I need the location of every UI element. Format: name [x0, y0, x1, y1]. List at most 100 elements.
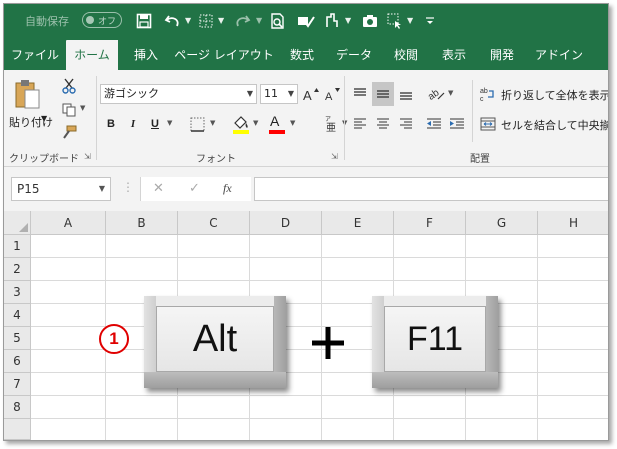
column-header-f[interactable]: F — [394, 211, 466, 235]
align-top-icon[interactable] — [350, 84, 370, 104]
align-bottom-icon[interactable] — [396, 84, 416, 104]
align-middle-icon[interactable] — [372, 82, 394, 106]
column-header-e[interactable]: E — [322, 211, 394, 235]
format-painter-icon[interactable] — [60, 122, 78, 142]
alignment-group-label: 配置 — [470, 154, 490, 165]
paste-dropdown-icon[interactable]: ▼ — [41, 114, 47, 123]
autosave-label: 自動保存 — [25, 15, 69, 28]
orientation-dropdown-icon[interactable]: ▼ — [448, 89, 453, 97]
merge-center-label[interactable]: セルを結合して中央揃え — [501, 117, 608, 133]
svg-text:亜: 亜 — [326, 123, 336, 133]
tab-view[interactable]: 表示 — [432, 40, 476, 70]
clipboard-group-label: クリップボード — [9, 154, 79, 165]
copy-dropdown-icon[interactable]: ▼ — [80, 104, 85, 112]
fill-color-icon[interactable] — [230, 112, 252, 136]
gridline — [31, 303, 608, 304]
autosave-toggle[interactable]: オフ — [82, 12, 122, 28]
macro-icon[interactable] — [322, 11, 342, 31]
toggle-knob — [86, 16, 94, 24]
font-name-select[interactable]: 游ゴシック ▼ — [100, 84, 257, 104]
save-icon[interactable] — [134, 11, 154, 31]
italic-button[interactable]: I — [126, 114, 140, 134]
chevron-down-icon: ▼ — [246, 89, 253, 98]
row-header-1[interactable]: 1 — [4, 235, 31, 258]
tab-review[interactable]: 校閲 — [384, 40, 428, 70]
tab-file[interactable]: ファイル — [8, 40, 62, 70]
orientation-icon[interactable]: ab — [424, 84, 448, 104]
phonetic-icon[interactable]: ア亜 — [320, 114, 344, 134]
select-all-triangle-icon — [19, 223, 28, 232]
select-all-button[interactable] — [4, 211, 31, 235]
column-header-h[interactable]: H — [538, 211, 608, 235]
align-right-icon[interactable] — [396, 114, 416, 134]
redo-dropdown-icon[interactable]: ▼ — [256, 16, 262, 25]
increase-font-icon[interactable]: A — [302, 84, 320, 104]
column-header-c[interactable]: C — [178, 211, 250, 235]
tab-developer[interactable]: 開発 — [480, 40, 524, 70]
column-header-d[interactable]: D — [250, 211, 322, 235]
font-size-select[interactable]: 11 ▼ — [260, 84, 298, 104]
select-dropdown-icon[interactable]: ▼ — [407, 16, 413, 25]
row-header-5[interactable]: 5 — [4, 327, 31, 350]
name-box[interactable]: P15 ▼ — [11, 177, 111, 201]
tab-formulas[interactable]: 数式 — [280, 40, 324, 70]
decrease-indent-icon[interactable] — [424, 114, 444, 134]
decrease-font-icon[interactable]: A — [324, 84, 342, 104]
tab-addins[interactable]: アドイン — [528, 40, 590, 70]
tab-insert[interactable]: 挿入 — [124, 40, 168, 70]
tab-page-layout[interactable]: ページ レイアウト — [172, 40, 276, 70]
align-center-icon[interactable] — [373, 114, 393, 134]
row-header-8[interactable]: 8 — [4, 396, 31, 419]
redo-icon[interactable] — [232, 11, 252, 31]
chevron-down-icon[interactable]: ▼ — [99, 178, 105, 200]
undo-dropdown-icon[interactable]: ▼ — [185, 16, 191, 25]
font-color-letter: A — [270, 113, 280, 129]
cut-icon[interactable] — [60, 76, 78, 96]
borders-dropdown-icon[interactable]: ▼ — [218, 16, 224, 25]
print-preview-icon[interactable] — [268, 11, 288, 31]
row-header-4[interactable]: 4 — [4, 304, 31, 327]
fill-color-dropdown-icon[interactable]: ▼ — [253, 119, 258, 127]
row-header-2[interactable]: 2 — [4, 258, 31, 281]
row-header-6[interactable]: 6 — [4, 350, 31, 373]
align-left-icon[interactable] — [350, 114, 370, 134]
clipboard-launcher-icon[interactable]: ⇲ — [84, 152, 91, 161]
borders-icon[interactable] — [197, 11, 215, 31]
wrap-text-label[interactable]: 折り返して全体を表示する — [501, 87, 608, 103]
insert-function-icon[interactable]: fx — [223, 181, 232, 196]
borders-ribbon-icon[interactable] — [187, 114, 207, 134]
underline-button[interactable]: U — [148, 114, 162, 134]
borders-ribbon-dropdown-icon[interactable]: ▼ — [210, 119, 215, 127]
key-bevel — [144, 296, 286, 306]
paste-icon[interactable] — [12, 76, 42, 112]
tab-data[interactable]: データ — [328, 40, 380, 70]
tab-home[interactable]: ホーム — [66, 40, 118, 70]
cancel-icon[interactable]: ✕ — [153, 181, 164, 196]
macro-dropdown-icon[interactable]: ▼ — [345, 16, 351, 25]
camera-icon[interactable] — [360, 11, 380, 31]
svg-text:ア: ア — [325, 116, 331, 123]
enter-icon[interactable]: ✓ — [189, 181, 200, 196]
bold-button[interactable]: B — [104, 114, 118, 134]
column-header-a[interactable]: A — [31, 211, 106, 235]
underline-dropdown-icon[interactable]: ▼ — [167, 119, 172, 127]
customize-qat-icon[interactable] — [423, 11, 437, 31]
column-header-b[interactable]: B — [106, 211, 178, 235]
copy-icon[interactable] — [60, 100, 78, 120]
formula-input[interactable] — [254, 177, 608, 201]
font-color-dropdown-icon[interactable]: ▼ — [290, 119, 295, 127]
font-color-icon[interactable]: A — [266, 112, 288, 136]
row-header-3[interactable]: 3 — [4, 281, 31, 304]
wrap-text-icon[interactable]: ab c — [478, 84, 498, 104]
merge-center-icon[interactable] — [478, 114, 498, 134]
increase-indent-icon[interactable] — [447, 114, 467, 134]
resize-handle-icon[interactable]: ⋮ — [122, 180, 134, 194]
select-objects-icon[interactable] — [385, 11, 405, 31]
gridline — [31, 418, 608, 419]
font-launcher-icon[interactable]: ⇲ — [331, 152, 338, 161]
row-header-9[interactable] — [4, 419, 31, 440]
spelling-icon[interactable] — [296, 11, 316, 31]
undo-icon[interactable] — [163, 11, 183, 31]
row-header-7[interactable]: 7 — [4, 373, 31, 396]
column-header-g[interactable]: G — [466, 211, 538, 235]
